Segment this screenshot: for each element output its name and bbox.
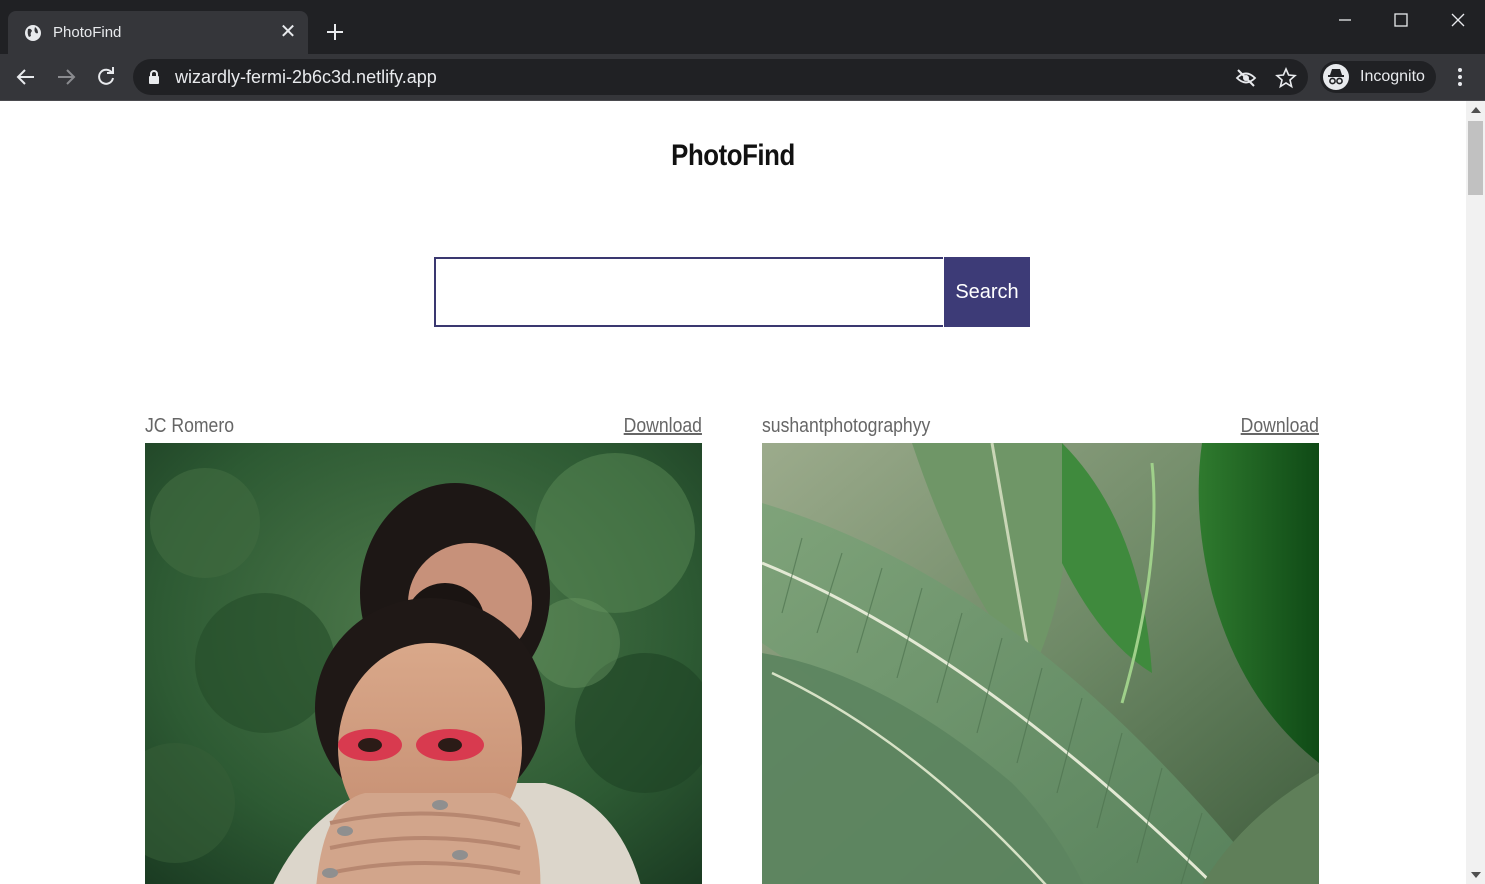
photo-card-header: JC Romero Download	[145, 409, 702, 443]
eye-off-icon[interactable]	[1235, 67, 1257, 89]
search-input[interactable]	[434, 257, 943, 327]
incognito-label: Incognito	[1360, 68, 1425, 85]
url-text[interactable]: wizardly-fermi-2b6c3d.netlify.app	[175, 67, 437, 87]
forward-arrow-icon[interactable]	[54, 65, 78, 89]
download-link[interactable]: Download	[624, 415, 702, 438]
bookmark-star-icon[interactable]	[1275, 67, 1297, 89]
scrollbar-thumb[interactable]	[1468, 121, 1483, 195]
reload-icon[interactable]	[94, 65, 118, 89]
photo-card: sushantphotographyy Download	[762, 409, 1319, 884]
page-title: PhotoFind	[671, 139, 795, 172]
page-viewport: PhotoFind Search JC Romero Download sush…	[0, 101, 1466, 884]
incognito-icon	[1323, 64, 1349, 90]
browser-tab-strip: PhotoFind ✕	[0, 0, 1485, 54]
scroll-down-arrow-icon[interactable]	[1471, 872, 1481, 878]
woman-red-eye-makeup-photo[interactable]	[145, 443, 702, 884]
scroll-up-arrow-icon[interactable]	[1471, 107, 1481, 113]
window-close-icon[interactable]	[1446, 8, 1470, 32]
photo-card: JC Romero Download	[145, 409, 702, 884]
more-menu-icon[interactable]	[1450, 66, 1470, 88]
photo-author[interactable]: JC Romero	[145, 415, 234, 438]
lock-icon[interactable]	[147, 69, 161, 85]
search-button[interactable]: Search	[944, 257, 1030, 327]
new-tab-plus-icon[interactable]	[324, 21, 346, 43]
search-form: Search	[434, 257, 1030, 327]
minimize-icon[interactable]	[1333, 8, 1357, 32]
close-tab-icon[interactable]: ✕	[278, 22, 298, 42]
browser-toolbar: wizardly-fermi-2b6c3d.netlify.app Incogn…	[0, 54, 1485, 101]
globe-icon	[25, 25, 41, 41]
photo-card-header: sushantphotographyy Download	[762, 409, 1319, 443]
incognito-profile-button[interactable]: Incognito	[1320, 61, 1436, 93]
address-bar[interactable]: wizardly-fermi-2b6c3d.netlify.app	[133, 59, 1308, 95]
banana-leaves-photo[interactable]	[762, 443, 1319, 884]
photo-author[interactable]: sushantphotographyy	[762, 415, 930, 438]
tab-title: PhotoFind	[53, 24, 122, 41]
back-arrow-icon[interactable]	[14, 65, 38, 89]
maximize-icon[interactable]	[1389, 8, 1413, 32]
vertical-scrollbar[interactable]	[1466, 101, 1485, 884]
browser-tab[interactable]: PhotoFind ✕	[8, 11, 308, 54]
download-link[interactable]: Download	[1241, 415, 1319, 438]
